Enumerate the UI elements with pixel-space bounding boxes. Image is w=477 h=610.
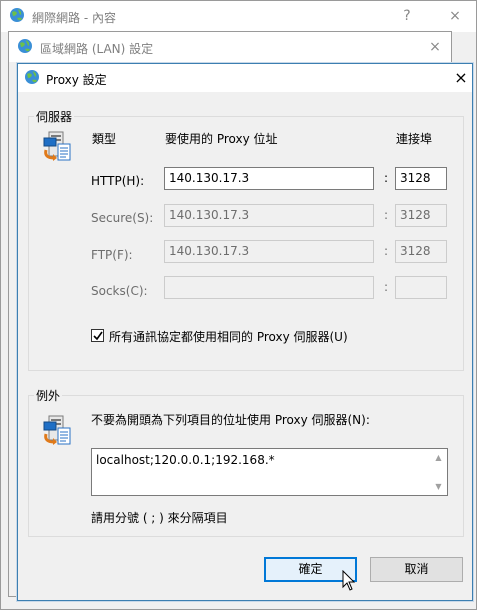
server-icon <box>43 131 71 161</box>
ftp-address-input[interactable]: 140.130.17.3 <box>164 240 374 263</box>
colon-separator: : <box>384 208 389 222</box>
scroll-down-icon[interactable]: ▼ <box>430 478 447 495</box>
socks-label: Socks(C): <box>91 284 148 298</box>
scroll-up-icon[interactable]: ▲ <box>430 449 447 466</box>
colon-separator: : <box>384 244 389 258</box>
close-button[interactable]: × <box>450 67 472 89</box>
close-button[interactable]: × <box>444 5 466 27</box>
http-address-input[interactable]: 140.130.17.3 <box>164 167 374 190</box>
socks-address-input[interactable] <box>164 276 374 299</box>
secure-address-input[interactable]: 140.130.17.3 <box>164 204 374 227</box>
separator-hint: 請用分號 ( ; ) 來分隔項目 <box>91 511 228 525</box>
help-button[interactable]: ? <box>396 5 418 27</box>
socks-port-input[interactable] <box>395 276 447 299</box>
title-bar: 區域網路 (LAN) 設定 × <box>9 32 451 62</box>
secure-port-input[interactable]: 3128 <box>395 204 447 227</box>
same-proxy-label[interactable]: 所有通訊協定都使用相同的 Proxy 伺服器(U) <box>109 328 348 345</box>
exceptions-value: localhost;120.0.0.1;192.168.* <box>96 453 275 467</box>
globe-icon <box>18 39 32 53</box>
port-column-header: 連接埠 <box>396 132 433 146</box>
exceptions-textarea[interactable]: localhost;120.0.0.1;192.168.* ▲ ▼ <box>91 448 448 496</box>
checkmark-icon <box>93 331 103 341</box>
window-title: 網際網路 - 內容 <box>32 11 116 25</box>
exceptions-description: 不要為開頭為下列項目的位址使用 Proxy 伺服器(N): <box>91 413 370 427</box>
ftp-port-input[interactable]: 3128 <box>395 240 447 263</box>
type-column-header: 類型 <box>92 132 117 146</box>
title-bar: Proxy 設定 × <box>18 64 472 92</box>
secure-label: Secure(S): <box>91 211 154 225</box>
globe-icon <box>25 70 39 84</box>
dialog-title: Proxy 設定 <box>46 73 107 87</box>
window-title: 區域網路 (LAN) 設定 <box>40 42 154 56</box>
close-button[interactable]: × <box>424 36 446 58</box>
http-port-input[interactable]: 3128 <box>395 167 447 190</box>
address-column-header: 要使用的 Proxy 位址 <box>165 132 278 146</box>
title-bar: 網際網路 - 內容 ? × <box>1 1 476 32</box>
http-label: HTTP(H): <box>91 174 145 188</box>
servers-group-label: 伺服器 <box>34 108 75 125</box>
ftp-label: FTP(F): <box>91 248 133 262</box>
scrollbar[interactable]: ▲ ▼ <box>430 449 447 495</box>
globe-icon <box>10 8 24 22</box>
colon-separator: : <box>384 280 389 294</box>
same-proxy-checkbox[interactable] <box>91 329 104 342</box>
exceptions-group-label: 例外 <box>34 387 63 404</box>
server-icon <box>43 415 71 445</box>
proxy-settings-dialog: Proxy 設定 × 伺服器 類型 要使用的 Proxy 位址 連接埠 HTTP… <box>17 63 473 601</box>
cancel-button[interactable]: 取消 <box>370 557 463 582</box>
colon-separator: : <box>384 171 389 185</box>
mouse-cursor-icon <box>342 570 356 591</box>
